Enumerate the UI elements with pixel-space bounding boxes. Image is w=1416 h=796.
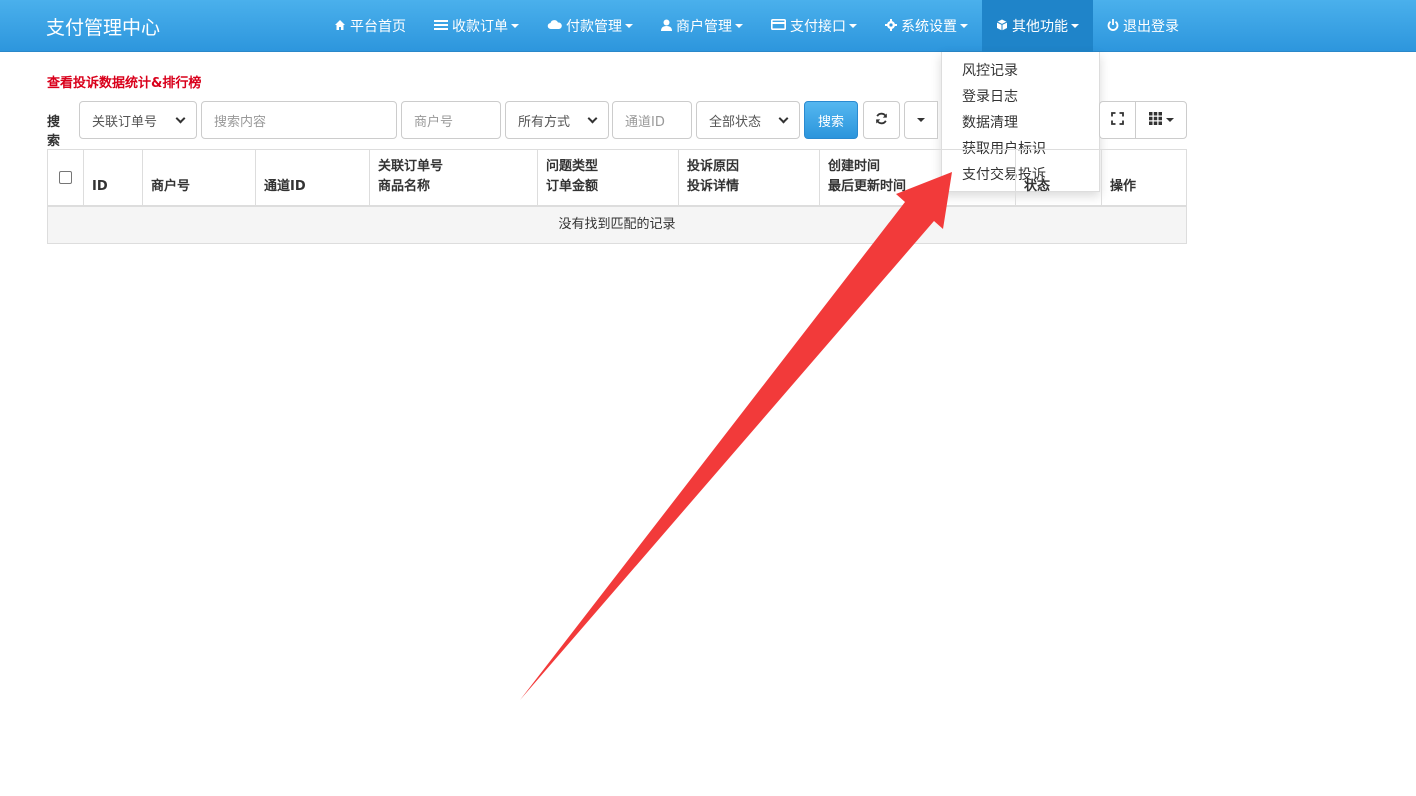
- dropdown-risk-records[interactable]: 风控记录: [942, 58, 1099, 84]
- col-channel[interactable]: 通道ID: [256, 150, 370, 205]
- nav-merchants[interactable]: 商户管理: [647, 0, 757, 52]
- nav-orders-label: 收款订单: [452, 19, 508, 35]
- power-icon: [1107, 18, 1119, 34]
- col-actions-line2: 操作: [1110, 179, 1137, 194]
- grid-icon: [1148, 111, 1162, 129]
- chevron-down-icon: [960, 24, 968, 28]
- chevron-down-icon: [1071, 24, 1079, 28]
- nav-orders[interactable]: 收款订单: [420, 0, 533, 52]
- complaints-table: ID 商户号 通道ID 关联订单号 商品名称 问题类型 订单金额 投诉原因 投诉详情 …: [47, 149, 1187, 244]
- nav-payments[interactable]: 付款管理: [533, 0, 647, 52]
- col-order-product[interactable]: 关联订单号 商品名称: [370, 150, 538, 205]
- select-all-cell: [48, 150, 84, 205]
- chevron-down-icon: [511, 24, 519, 28]
- channel-id-input[interactable]: 通道ID: [612, 101, 692, 139]
- pay-method-select-value: 所有方式: [518, 114, 571, 130]
- column-select-button[interactable]: [1135, 101, 1187, 139]
- nav-settings[interactable]: 系统设置: [871, 0, 982, 52]
- col-reason-line1: 投诉原因: [687, 159, 740, 174]
- fullscreen-icon: [1111, 111, 1124, 129]
- col-issue-amount[interactable]: 问题类型 订单金额: [538, 150, 679, 205]
- status-select[interactable]: 全部状态: [696, 101, 800, 139]
- search-button-label: 搜索: [817, 114, 844, 130]
- col-time[interactable]: 创建时间最后更新时间: [820, 150, 1016, 205]
- main-nav: 平台首页 收款订单 付款管理 商户管理 支付接口 系统设置 其他功能 退出登录: [320, 0, 1193, 52]
- top-navbar: 支付管理中心 平台首页 收款订单 付款管理 商户管理 支付接口 系统设置 其他功…: [0, 0, 1416, 52]
- search-field-select-value: 关联订单号: [92, 114, 158, 130]
- chevron-down-icon: [778, 113, 789, 123]
- chevron-down-icon: [175, 113, 186, 123]
- chevron-down-icon: [735, 24, 743, 28]
- nav-pay-interface[interactable]: 支付接口: [757, 0, 871, 52]
- merchant-id-placeholder: 商户号: [414, 114, 454, 130]
- cloud-icon: [547, 19, 562, 33]
- col-actions: 操作: [1102, 150, 1186, 205]
- col-time-line1: 创建时间: [828, 159, 881, 174]
- brand-title[interactable]: 支付管理中心: [46, 13, 160, 40]
- credit-card-icon: [771, 19, 786, 33]
- nav-payments-label: 付款管理: [566, 19, 622, 35]
- nav-merchants-label: 商户管理: [676, 19, 732, 35]
- col-issue-line2: 订单金额: [546, 179, 599, 194]
- search-button[interactable]: 搜索: [804, 101, 858, 139]
- fullscreen-button[interactable]: [1099, 101, 1135, 139]
- chevron-down-icon: [917, 118, 925, 122]
- col-merchant[interactable]: 商户号: [143, 150, 256, 205]
- nav-logout[interactable]: 退出登录: [1093, 0, 1193, 52]
- col-status[interactable]: 状态: [1016, 150, 1102, 205]
- dropdown-data-cleanup[interactable]: 数据清理: [942, 110, 1099, 136]
- cube-icon: [996, 19, 1008, 34]
- nav-other[interactable]: 其他功能: [982, 0, 1093, 52]
- col-order-line1: 关联订单号: [378, 159, 444, 174]
- search-label: 搜索: [47, 115, 61, 149]
- merchant-id-input[interactable]: 商户号: [401, 101, 501, 139]
- search-field-select[interactable]: 关联订单号: [79, 101, 197, 139]
- col-reason-detail[interactable]: 投诉原因 投诉详情: [679, 150, 820, 205]
- gear-icon: [885, 18, 897, 34]
- col-issue-line1: 问题类型: [546, 159, 599, 174]
- col-time-line2: 最后更新时间: [828, 179, 907, 194]
- empty-row-message: 没有找到匹配的记录: [48, 207, 1186, 243]
- nav-home-label: 平台首页: [350, 19, 406, 35]
- complaint-stats-link[interactable]: 查看投诉数据统计&排行榜: [47, 72, 201, 91]
- nav-pay-interface-label: 支付接口: [790, 19, 846, 35]
- pay-method-select[interactable]: 所有方式: [505, 101, 609, 139]
- nav-home[interactable]: 平台首页: [320, 0, 420, 52]
- search-content-placeholder: 搜索内容: [214, 114, 267, 130]
- chevron-down-icon: [1165, 118, 1174, 122]
- table-header: ID 商户号 通道ID 关联订单号 商品名称 问题类型 订单金额 投诉原因 投诉详情 …: [48, 150, 1186, 207]
- col-id[interactable]: ID: [84, 150, 143, 205]
- home-icon: [334, 19, 346, 34]
- col-status-line2: 状态: [1024, 179, 1051, 194]
- search-content-input[interactable]: 搜索内容: [201, 101, 397, 139]
- col-order-line2: 商品名称: [378, 179, 431, 194]
- refresh-button[interactable]: [863, 101, 900, 139]
- columns-toggle-button[interactable]: [904, 101, 938, 139]
- nav-other-label: 其他功能: [1012, 19, 1068, 35]
- nav-logout-label: 退出登录: [1123, 19, 1179, 35]
- channel-id-placeholder: 通道ID: [625, 114, 665, 130]
- col-channel-line2: 通道ID: [264, 179, 306, 194]
- refresh-icon: [875, 112, 888, 129]
- user-icon: [661, 19, 672, 34]
- chevron-down-icon: [587, 113, 598, 123]
- chevron-down-icon: [849, 24, 857, 28]
- chevron-down-icon: [625, 24, 633, 28]
- select-all-checkbox[interactable]: [59, 171, 72, 184]
- col-id-line2: ID: [92, 179, 108, 194]
- dropdown-login-log[interactable]: 登录日志: [942, 84, 1099, 110]
- status-select-value: 全部状态: [709, 114, 762, 130]
- nav-settings-label: 系统设置: [901, 19, 957, 35]
- col-merchant-line2: 商户号: [151, 179, 191, 194]
- list-icon: [434, 19, 448, 34]
- col-reason-line2: 投诉详情: [687, 179, 740, 194]
